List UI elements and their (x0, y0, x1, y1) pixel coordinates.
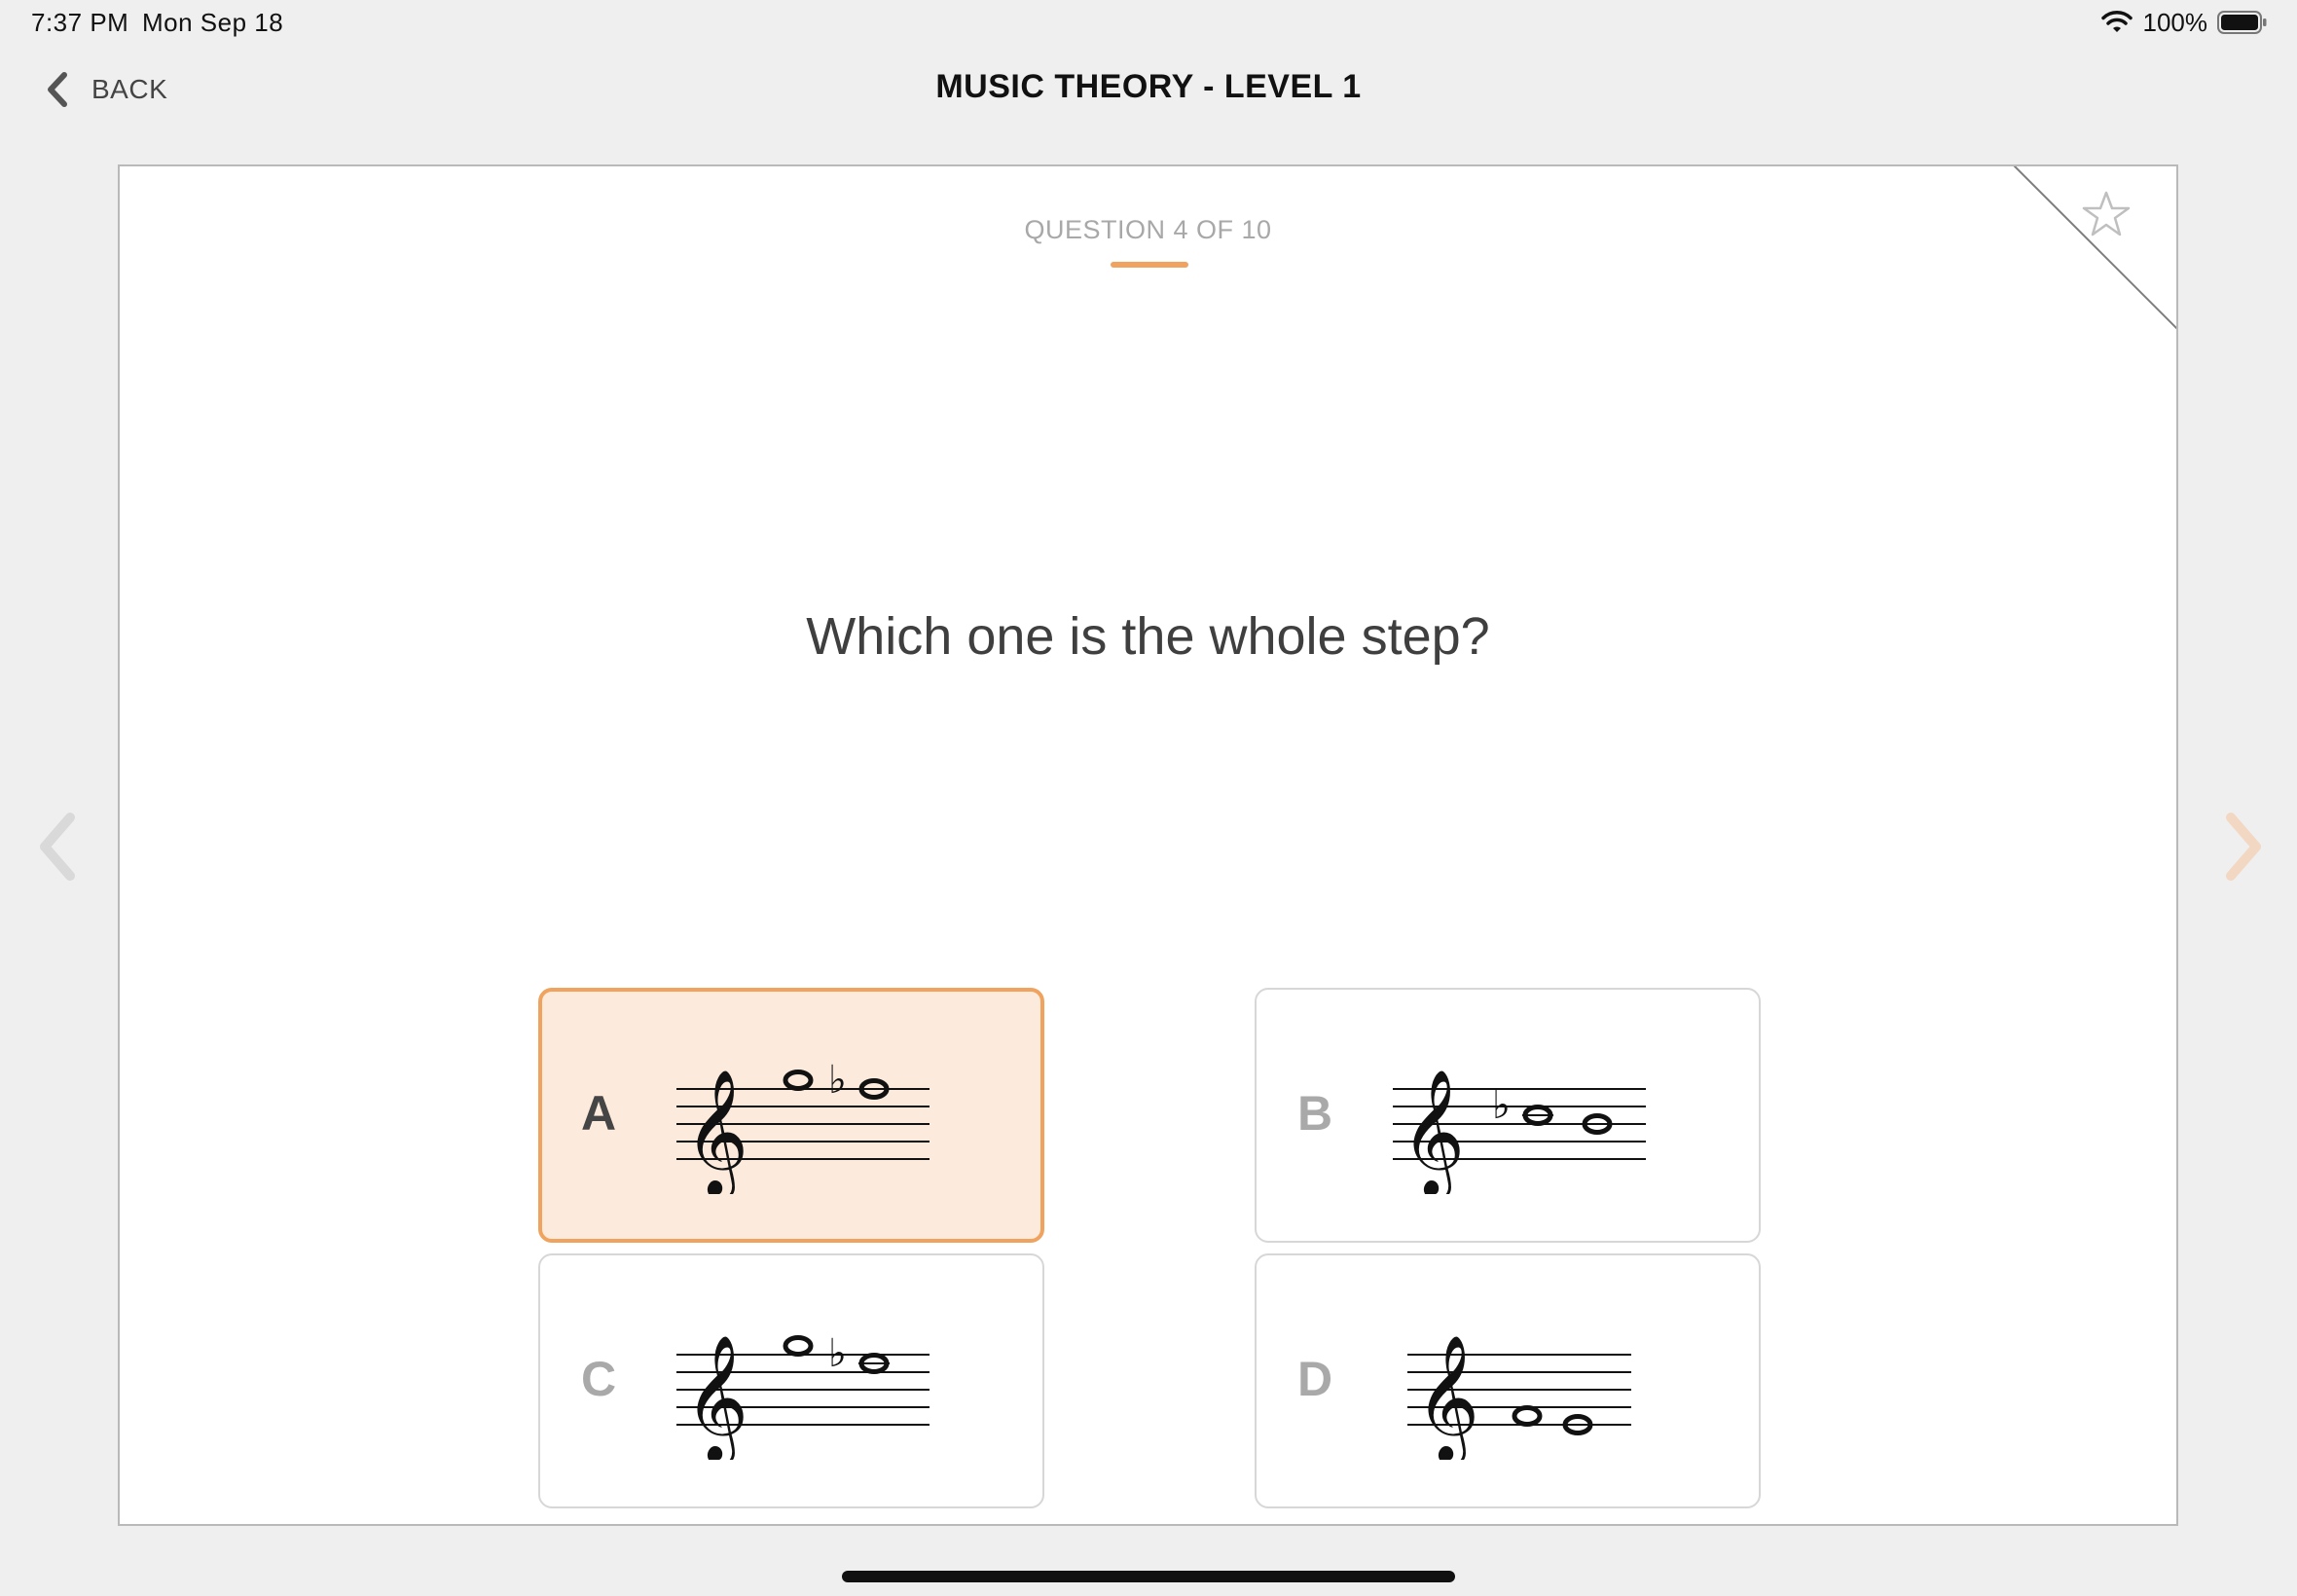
status-indicators: 100% (2100, 6, 2269, 39)
option-letter: A (581, 1086, 617, 1141)
question-text: Which one is the whole step? (806, 607, 1490, 666)
treble-clef-icon: 𝄞 (684, 1069, 748, 1194)
home-indicator (842, 1571, 1455, 1582)
next-question-button[interactable] (2219, 810, 2268, 884)
treble-clef-icon: 𝄞 (684, 1334, 748, 1460)
treble-clef-icon: 𝄞 (1401, 1069, 1465, 1194)
top-navigation-bar: BACK MUSIC THEORY - LEVEL 1 (0, 54, 2297, 125)
answer-option-b[interactable]: B 𝄞 ♭ (1255, 988, 1761, 1243)
answer-option-d[interactable]: D 𝄞 (1255, 1253, 1761, 1508)
answer-option-a[interactable]: A 𝄞 ♭ (538, 988, 1044, 1243)
status-date: Mon Sep 18 (142, 8, 284, 37)
treble-clef-staff: 𝄞 ♭ (1393, 1069, 1646, 1194)
previous-question-button[interactable] (33, 810, 82, 884)
option-letter: D (1297, 1352, 1333, 1406)
whole-note-icon (858, 1353, 890, 1374)
flat-icon: ♭ (1492, 1083, 1511, 1128)
answer-option-c[interactable]: C 𝄞 ♭ (538, 1253, 1044, 1508)
treble-clef-staff: 𝄞 (1407, 1334, 1631, 1460)
whole-note-icon (1512, 1405, 1543, 1427)
flat-icon: ♭ (828, 1058, 847, 1103)
question-counter: QUESTION 4 OF 10 (1024, 215, 1272, 244)
whole-note-icon (1522, 1105, 1553, 1126)
whole-note-icon (783, 1335, 814, 1357)
flat-icon: ♭ (828, 1331, 847, 1376)
question-card: QUESTION 4 OF 10 Which one is the whole … (118, 164, 2178, 1526)
option-letter: C (581, 1352, 617, 1406)
counter-underline (1111, 262, 1188, 268)
treble-clef-icon: 𝄞 (1415, 1334, 1479, 1460)
battery-percentage: 100% (2142, 7, 2208, 37)
battery-icon (2217, 11, 2267, 34)
status-bar: 7:37 PM Mon Sep 18 100% (0, 0, 2297, 45)
treble-clef-staff: 𝄞 ♭ (676, 1058, 930, 1194)
option-letter: B (1297, 1086, 1333, 1141)
whole-note-icon (783, 1070, 814, 1091)
page-title: MUSIC THEORY - LEVEL 1 (935, 68, 1362, 105)
status-time: 7:37 PM (31, 8, 129, 37)
wifi-icon (2100, 11, 2133, 32)
treble-clef-staff: 𝄞 ♭ (676, 1331, 930, 1460)
